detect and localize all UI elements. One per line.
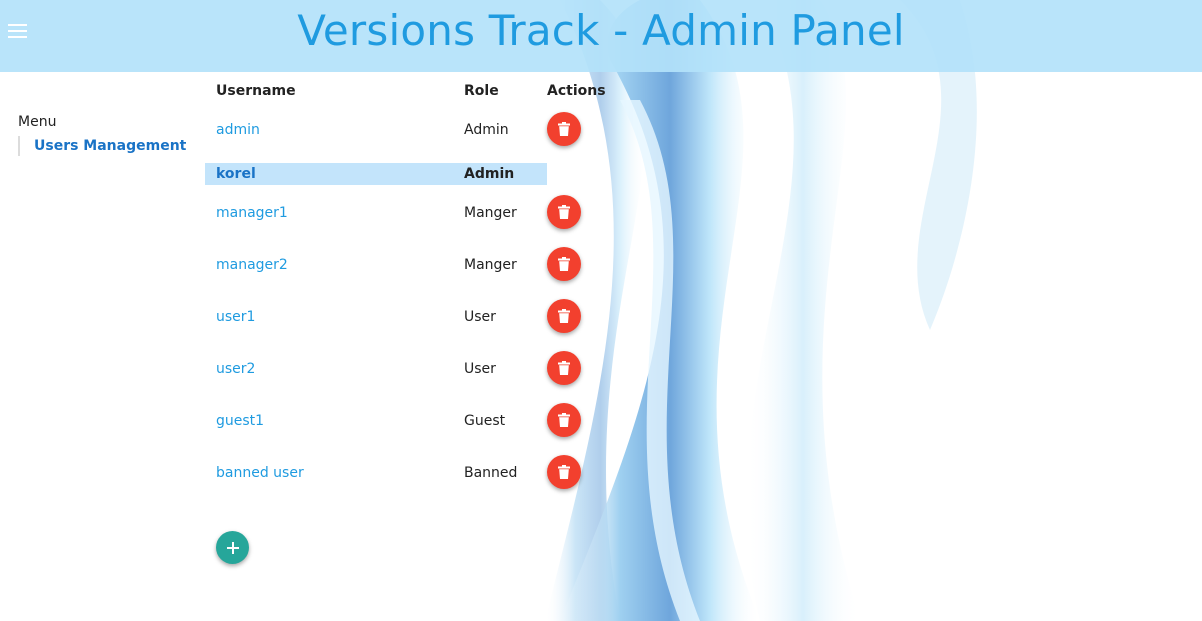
column-header-actions: Actions	[547, 83, 606, 99]
table-row[interactable]: manager1 Manger	[205, 185, 627, 237]
trash-icon	[558, 309, 570, 323]
app-header: Versions Track - Admin Panel	[0, 0, 1202, 72]
delete-user-button[interactable]	[547, 299, 581, 333]
role-text: Manger	[464, 205, 517, 221]
username-link[interactable]: korel	[216, 166, 256, 182]
table-row-selected[interactable]: korel Admin	[205, 163, 627, 185]
trash-icon	[558, 465, 570, 479]
sidebar: Menu Users Management	[18, 114, 186, 156]
username-link[interactable]: banned user	[216, 465, 304, 481]
delete-user-button[interactable]	[547, 351, 581, 385]
table-row[interactable]: admin Admin	[205, 102, 627, 154]
sidebar-item-users-management[interactable]: Users Management	[18, 136, 186, 156]
sidebar-heading: Menu	[18, 114, 57, 130]
users-table: Username Role Actions admin Admin korel …	[205, 80, 627, 497]
page-title: Versions Track - Admin Panel	[297, 6, 905, 55]
username-link[interactable]: guest1	[216, 413, 264, 429]
delete-user-button[interactable]	[547, 195, 581, 229]
table-row[interactable]: banned user Banned	[205, 445, 627, 497]
delete-user-button[interactable]	[547, 247, 581, 281]
username-link[interactable]: user1	[216, 309, 255, 325]
trash-icon	[558, 122, 570, 136]
table-row[interactable]: user1 User	[205, 289, 627, 341]
table-row[interactable]: user2 User	[205, 341, 627, 393]
add-user-button[interactable]	[216, 531, 249, 564]
role-text: User	[464, 361, 496, 377]
delete-user-button[interactable]	[547, 455, 581, 489]
table-row[interactable]: guest1 Guest	[205, 393, 627, 445]
role-text: User	[464, 309, 496, 325]
role-text: Manger	[464, 257, 517, 273]
column-header-username: Username	[216, 83, 296, 99]
trash-icon	[558, 413, 570, 427]
role-text: Admin	[464, 122, 509, 138]
username-link[interactable]: admin	[216, 122, 260, 138]
trash-icon	[558, 361, 570, 375]
trash-icon	[558, 257, 570, 271]
delete-user-button[interactable]	[547, 112, 581, 146]
delete-user-button[interactable]	[547, 403, 581, 437]
column-header-role: Role	[464, 83, 499, 99]
table-row[interactable]: manager2 Manger	[205, 237, 627, 289]
trash-icon	[558, 205, 570, 219]
role-text: Admin	[464, 166, 515, 182]
role-text: Banned	[464, 465, 518, 481]
role-text: Guest	[464, 413, 506, 429]
username-link[interactable]: manager2	[216, 257, 288, 273]
plus-icon	[226, 541, 239, 554]
username-link[interactable]: user2	[216, 361, 255, 377]
username-link[interactable]: manager1	[216, 205, 288, 221]
